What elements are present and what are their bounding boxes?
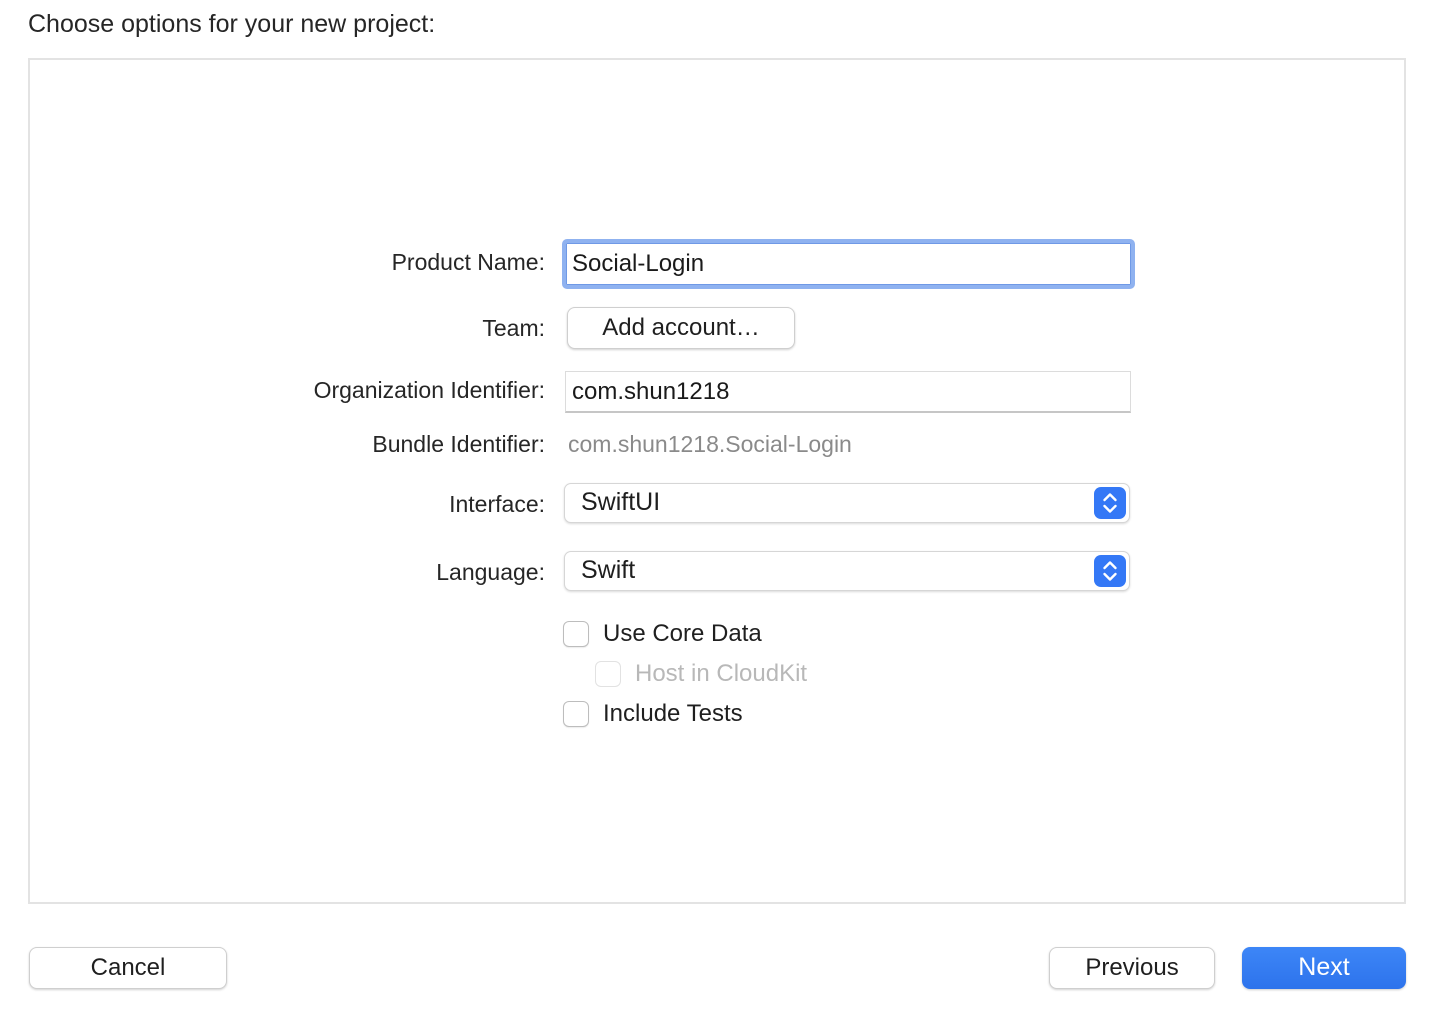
bundle-identifier-label: Bundle Identifier: xyxy=(372,431,545,457)
next-button[interactable]: Next xyxy=(1242,947,1406,989)
interface-popup[interactable]: SwiftUI xyxy=(564,483,1130,523)
language-label: Language: xyxy=(436,559,545,585)
language-popup[interactable]: Swift xyxy=(564,551,1130,591)
cancel-button[interactable]: Cancel xyxy=(29,947,227,989)
previous-button[interactable]: Previous xyxy=(1049,947,1215,989)
bundle-identifier-value: com.shun1218.Social-Login xyxy=(568,431,852,457)
interface-selected-value: SwiftUI xyxy=(581,488,661,516)
add-account-button[interactable]: Add account… xyxy=(567,307,795,349)
chevron-up-down-icon xyxy=(1094,555,1126,587)
language-selected-value: Swift xyxy=(581,556,636,584)
product-name-label: Product Name: xyxy=(391,249,545,275)
chevron-up-down-icon xyxy=(1094,487,1126,519)
use-core-data-checkbox[interactable] xyxy=(563,621,589,647)
team-label: Team: xyxy=(482,315,545,341)
page-title: Choose options for your new project: xyxy=(28,10,436,38)
organization-identifier-label: Organization Identifier: xyxy=(313,377,545,403)
product-name-field[interactable]: Social-Login xyxy=(562,239,1135,289)
use-core-data-label[interactable]: Use Core Data xyxy=(603,620,762,648)
include-tests-checkbox[interactable] xyxy=(563,701,589,727)
host-in-cloudkit-checkbox xyxy=(595,661,621,687)
interface-label: Interface: xyxy=(449,491,545,517)
host-in-cloudkit-label: Host in CloudKit xyxy=(635,660,808,687)
options-panel xyxy=(28,58,1406,904)
organization-identifier-field[interactable]: com.shun1218 xyxy=(565,371,1131,413)
include-tests-label[interactable]: Include Tests xyxy=(603,700,743,728)
